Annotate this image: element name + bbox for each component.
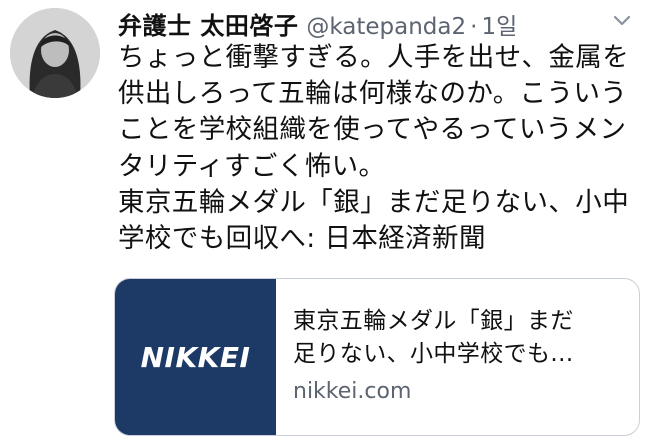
author-handle[interactable]: @katepanda2 (306, 14, 466, 40)
dot-separator: · (470, 14, 478, 40)
card-thumbnail: NIKKEI (115, 279, 276, 435)
tweet-text-line: ことを学校組織を使ってやるっていうメン (118, 114, 627, 146)
card-title: 東京五輪メダル「銀」まだ 足りない、小中学校でも... (293, 305, 633, 371)
card-title-line: 足りない、小中学校でも... (293, 341, 574, 367)
tweet-text: ちょっと衝撃すぎる。人手を出せ、金属を 供出しろって五輪は何様なのか。こういう … (118, 40, 643, 257)
author-display-name[interactable]: 弁護士 太田啓子 (118, 6, 298, 41)
tweet-text-line: 学校でも回収へ: 日本経済新聞 (118, 223, 486, 255)
tweet-text-line: ちょっと衝撃すぎる。人手を出せ、金属を (118, 42, 630, 73)
tweet-text-line: 東京五輪メダル「銀」まだ足りない、小中 (118, 186, 630, 218)
tweet-text-line: タリティすごく怖い。 (118, 150, 386, 182)
avatar-photo (10, 8, 100, 98)
card-title-line: 東京五輪メダル「銀」まだ (293, 308, 574, 334)
tweet[interactable]: 弁護士 太田啓子 @katepanda2 · 1일 ちょっと衝撃すぎる。人手を出… (0, 0, 650, 445)
tweet-header: 弁護士 太田啓子 @katepanda2 · 1일 (118, 6, 517, 41)
tweet-timestamp[interactable]: 1일 (481, 7, 517, 41)
card-domain: nikkei.com (293, 379, 412, 404)
nikkei-logo: NIKKEI (140, 340, 251, 374)
link-preview-card[interactable]: NIKKEI 東京五輪メダル「銀」まだ 足りない、小中学校でも... nikke… (114, 278, 640, 436)
chevron-down-icon[interactable] (612, 14, 632, 28)
avatar[interactable] (10, 8, 100, 98)
card-text: 東京五輪メダル「銀」まだ 足りない、小中学校でも... nikkei.com (293, 305, 633, 404)
tweet-text-line: 供出しろって五輪は何様なのか。こういう (118, 78, 628, 110)
